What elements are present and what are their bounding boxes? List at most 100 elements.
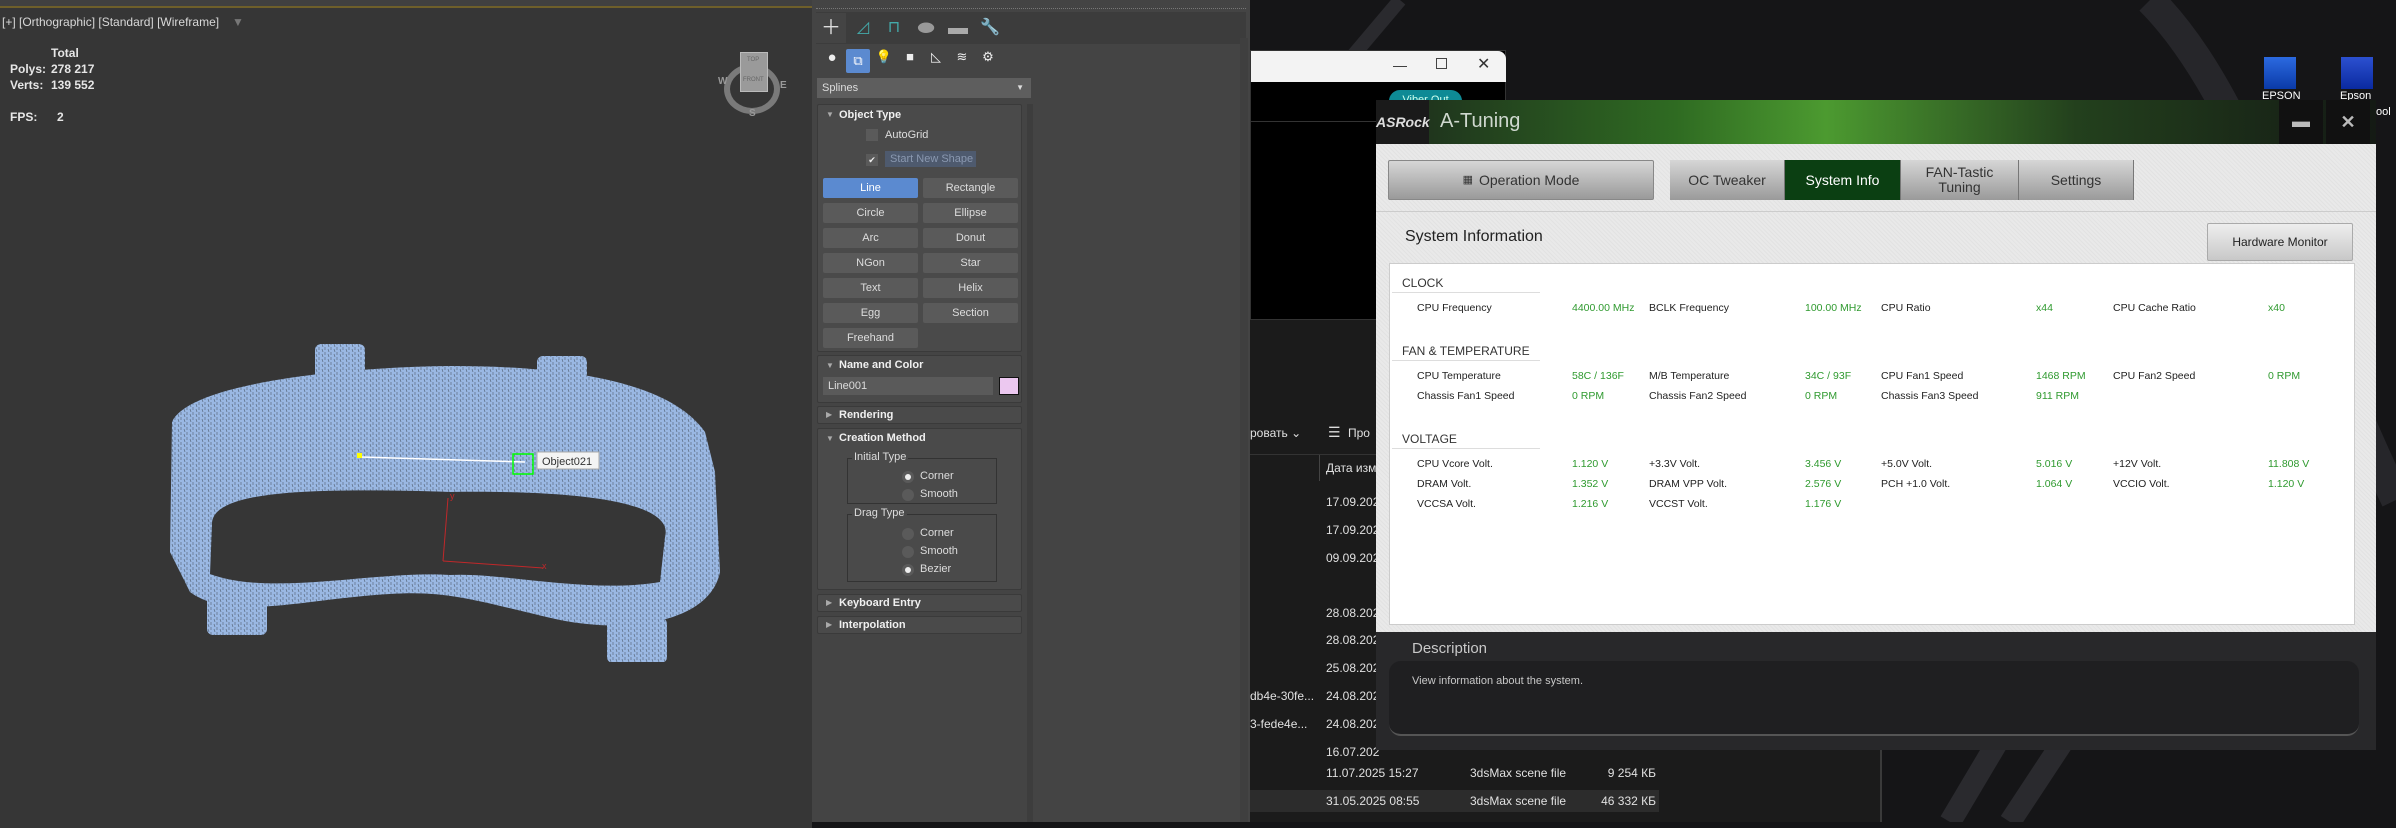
rollout-object-type: ▼ Object Type AutoGrid ✔ Start New Shape… [817,104,1022,352]
object-color-swatch[interactable] [999,377,1019,395]
rollout-title[interactable]: Name and Color [839,359,923,371]
info-label: BCLK Frequency [1649,302,1729,314]
info-label: DRAM Volt. [1417,478,1472,490]
radio-initial-type-corner[interactable] [902,471,914,483]
spacewarps-icon[interactable]: ≋ [950,49,974,73]
epson-tool-icon[interactable] [2341,57,2373,89]
rollout-interpolation[interactable]: ▶ Interpolation [817,616,1022,634]
shape-button-ngon[interactable]: NGon [823,253,918,273]
shape-button-freehand[interactable]: Freehand [823,328,918,348]
expand-arrow-icon: ▶ [826,598,833,607]
shape-button-donut[interactable]: Donut [923,228,1018,248]
minimize-icon[interactable]: — [1393,57,1407,73]
object-name-input[interactable]: Line001 [823,377,993,395]
close-icon[interactable]: ✕ [1477,54,1490,74]
column-divider[interactable] [1319,455,1320,481]
shape-button-rectangle[interactable]: Rectangle [923,178,1018,198]
epson-scan-icon[interactable] [2264,57,2296,89]
desktop-icon-label[interactable]: ool [2376,106,2391,118]
radio-drag-type-bezier[interactable] [902,564,914,576]
gizmo-y-label: y [450,491,455,501]
view-menu-icon[interactable]: ☰ [1328,424,1341,441]
shape-button-text[interactable]: Text [823,278,918,298]
panel-scrollbar[interactable] [1240,38,1248,822]
info-value: 11.808 V [2268,458,2310,470]
tab-settings[interactable]: Settings [2019,160,2134,200]
info-value: 0 RPM [2268,370,2301,382]
shape-button-circle[interactable]: Circle [823,203,918,223]
title-bar[interactable]: ASRock A-Tuning ▬ ✕ [1376,100,2376,144]
tab-system-info[interactable]: System Info [1785,160,1901,200]
file-date: 17.09.202 [1326,495,1380,509]
info-label: VCCIO Volt. [2113,478,2170,490]
operation-mode-button[interactable]: ▦ Operation Mode [1388,160,1654,200]
maximize-icon[interactable] [1436,58,1447,69]
radio-drag-type-smooth[interactable] [902,546,914,558]
start-new-shape-checkbox[interactable]: ✔ [866,154,878,166]
file-name[interactable]: 3-fede4e... [1250,717,1307,731]
rollout-title[interactable]: Object Type [839,109,901,121]
shape-button-line[interactable]: Line [823,178,918,198]
description-box: View information about the system. [1389,661,2359,736]
rollout-keyboard-entry[interactable]: ▶ Keyboard Entry [817,594,1022,612]
rollout-rendering[interactable]: ▶ Rendering [817,406,1022,424]
spline-vertex[interactable] [357,453,362,458]
object-category-bar: ● ⧉ 💡 ■ ◺ ≋ ⚙ [820,49,1010,73]
info-label: +3.3V Volt. [1649,458,1701,470]
file-date: 28.08.202 [1326,633,1380,647]
filter-icon[interactable]: ▼ [232,15,244,29]
shape-button-star[interactable]: Star [923,253,1018,273]
display-tab-icon[interactable]: ▬ [943,13,973,43]
category-dropdown[interactable]: Splines ▼ [817,78,1031,98]
stats-verts-label: Verts: [10,78,44,92]
tab-oc-tweaker[interactable]: OC Tweaker [1670,160,1785,200]
collapse-arrow-icon[interactable]: ▼ [826,110,834,119]
lights-bulb-icon[interactable]: 💡 [872,49,896,73]
shape-button-egg[interactable]: Egg [823,303,918,323]
section-header: FAN & TEMPERATURE [1402,344,1530,358]
shapes-icon[interactable]: ⧉ [846,49,870,73]
gizmo-x-axis [442,560,544,569]
autogrid-checkbox[interactable] [866,129,878,141]
helpers-ruler-icon[interactable]: ◺ [924,49,948,73]
info-label: Chassis Fan2 Speed [1649,390,1747,402]
panel-divider [816,8,1246,9]
info-value: 4400.00 MHz [1572,302,1635,314]
sort-button[interactable]: ровать ⌄ [1250,426,1301,440]
camera-icon[interactable]: ■ [898,49,922,73]
file-type: 3dsMax scene file [1470,766,1567,780]
rollout-title[interactable]: Creation Method [839,432,926,444]
systems-gears-icon[interactable]: ⚙ [976,49,1000,73]
shape-button-helix[interactable]: Helix [923,278,1018,298]
radio-drag-type-corner[interactable] [902,528,914,540]
shape-button-ellipse[interactable]: Ellipse [923,203,1018,223]
shape-button-section[interactable]: Section [923,303,1018,323]
minimize-button[interactable]: ▬ [2279,100,2323,144]
close-button[interactable]: ✕ [2326,100,2370,144]
file-size: 46 332 КБ [1601,794,1656,808]
wireframe-model[interactable]: Object021 y x [150,322,750,662]
viewport-orthographic[interactable]: [+] [Orthographic] [Standard] [Wireframe… [0,6,812,828]
start-new-shape-button[interactable]: Start New Shape [885,151,976,167]
rollout-scrollbar[interactable] [1027,104,1033,822]
hardware-monitor-button[interactable]: Hardware Monitor [2207,223,2353,261]
view-button[interactable]: Про [1348,426,1370,440]
shape-button-arc[interactable]: Arc [823,228,918,248]
radio-label: Bezier [920,563,952,575]
motion-tab-icon[interactable]: ⬬ [911,13,941,43]
hierarchy-tab-icon[interactable]: ⊓ [879,13,909,43]
radio-initial-type-smooth[interactable] [902,489,914,501]
info-label: VCCST Volt. [1649,498,1708,510]
tab-fan-tastic-tuning[interactable]: FAN-Tastic Tuning [1901,160,2019,200]
create-tab-plus-icon[interactable]: ＋ [816,13,846,43]
modify-tab-icon[interactable]: ◿ [848,13,878,43]
viewcube[interactable]: TOP FRONT W E S [718,52,787,120]
collapse-arrow-icon[interactable]: ▼ [826,434,834,443]
viewport-label-menu[interactable]: [+] [Orthographic] [Standard] [Wireframe… [2,15,219,29]
collapse-arrow-icon[interactable]: ▼ [826,361,834,370]
geometry-sphere-icon[interactable]: ● [820,49,844,73]
file-name[interactable]: db4e-30fe... [1250,689,1314,703]
column-header-date[interactable]: Дата изм [1326,461,1376,475]
utilities-wrench-icon[interactable]: 🔧 [975,13,1005,43]
viewcube-box[interactable]: TOP FRONT [740,52,768,92]
